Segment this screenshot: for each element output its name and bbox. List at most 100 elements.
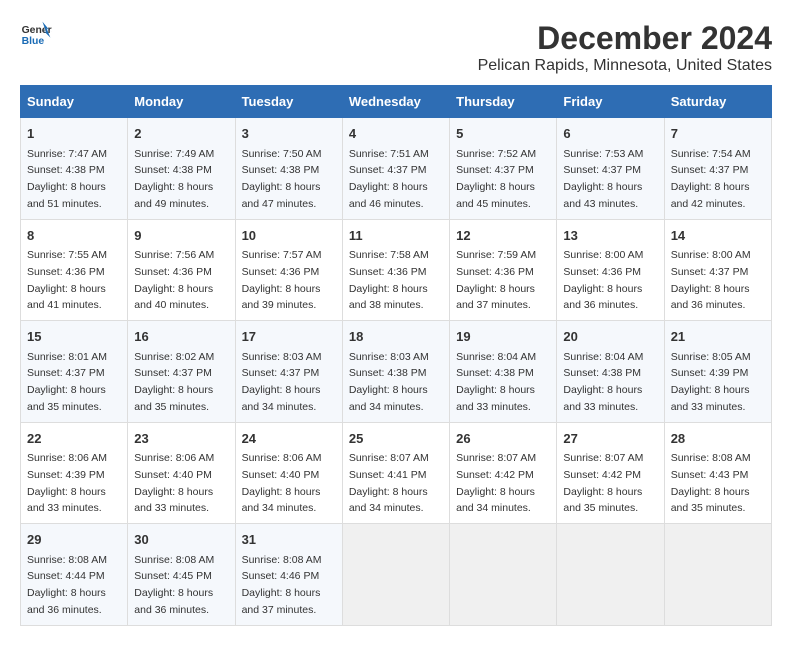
cell-line: and 51 minutes.	[27, 198, 102, 210]
calendar-cell: 29Sunrise: 8:08 AMSunset: 4:44 PMDayligh…	[21, 524, 128, 626]
cell-line: Sunrise: 8:06 AM	[27, 452, 107, 464]
cell-line: and 42 minutes.	[671, 198, 746, 210]
day-number: 19	[456, 327, 550, 347]
cell-line: Sunset: 4:45 PM	[134, 570, 212, 582]
cell-line: Sunrise: 8:05 AM	[671, 351, 751, 363]
cell-line: Sunset: 4:36 PM	[349, 266, 427, 278]
cell-line: Sunrise: 8:07 AM	[456, 452, 536, 464]
cell-line: Sunset: 4:38 PM	[27, 164, 105, 176]
cell-line: Sunrise: 7:51 AM	[349, 148, 429, 160]
cell-line: and 36 minutes.	[563, 299, 638, 311]
cell-line: Daylight: 8 hours	[671, 181, 750, 193]
cell-line: Sunset: 4:46 PM	[242, 570, 320, 582]
cell-line: Sunset: 4:38 PM	[134, 164, 212, 176]
cell-line: and 33 minutes.	[563, 401, 638, 413]
day-number: 29	[27, 530, 121, 550]
calendar-cell: 6Sunrise: 7:53 AMSunset: 4:37 PMDaylight…	[557, 118, 664, 220]
cell-line: and 43 minutes.	[563, 198, 638, 210]
cell-line: and 45 minutes.	[456, 198, 531, 210]
cell-line: Daylight: 8 hours	[349, 486, 428, 498]
day-number: 24	[242, 429, 336, 449]
week-row-2: 8Sunrise: 7:55 AMSunset: 4:36 PMDaylight…	[21, 219, 772, 321]
cell-line: Sunset: 4:37 PM	[242, 367, 320, 379]
day-number: 13	[563, 226, 657, 246]
cell-line: and 37 minutes.	[242, 604, 317, 616]
day-number: 20	[563, 327, 657, 347]
cell-line: Sunset: 4:38 PM	[456, 367, 534, 379]
calendar-cell: 22Sunrise: 8:06 AMSunset: 4:39 PMDayligh…	[21, 422, 128, 524]
cell-line: Daylight: 8 hours	[242, 587, 321, 599]
cell-line: Sunrise: 8:08 AM	[27, 554, 107, 566]
week-row-4: 22Sunrise: 8:06 AMSunset: 4:39 PMDayligh…	[21, 422, 772, 524]
cell-line: and 35 minutes.	[671, 502, 746, 514]
calendar-cell: 3Sunrise: 7:50 AMSunset: 4:38 PMDaylight…	[235, 118, 342, 220]
cell-line: Daylight: 8 hours	[349, 283, 428, 295]
calendar-cell: 13Sunrise: 8:00 AMSunset: 4:36 PMDayligh…	[557, 219, 664, 321]
cell-line: Daylight: 8 hours	[134, 283, 213, 295]
cell-line: Daylight: 8 hours	[456, 486, 535, 498]
calendar-cell	[342, 524, 449, 626]
day-number: 30	[134, 530, 228, 550]
day-number: 21	[671, 327, 765, 347]
calendar-cell: 9Sunrise: 7:56 AMSunset: 4:36 PMDaylight…	[128, 219, 235, 321]
calendar-cell: 31Sunrise: 8:08 AMSunset: 4:46 PMDayligh…	[235, 524, 342, 626]
cell-line: Daylight: 8 hours	[456, 181, 535, 193]
cell-line: Sunset: 4:37 PM	[671, 266, 749, 278]
calendar-cell: 14Sunrise: 8:00 AMSunset: 4:37 PMDayligh…	[664, 219, 771, 321]
cell-line: Daylight: 8 hours	[242, 486, 321, 498]
day-number: 3	[242, 124, 336, 144]
cell-line: and 35 minutes.	[27, 401, 102, 413]
day-number: 31	[242, 530, 336, 550]
cell-line: and 33 minutes.	[27, 502, 102, 514]
svg-text:Blue: Blue	[22, 36, 45, 47]
cell-line: Sunrise: 7:50 AM	[242, 148, 322, 160]
cell-line: Sunset: 4:38 PM	[349, 367, 427, 379]
cell-line: Daylight: 8 hours	[349, 181, 428, 193]
calendar-cell: 11Sunrise: 7:58 AMSunset: 4:36 PMDayligh…	[342, 219, 449, 321]
cell-line: and 49 minutes.	[134, 198, 209, 210]
day-number: 15	[27, 327, 121, 347]
calendar-cell: 4Sunrise: 7:51 AMSunset: 4:37 PMDaylight…	[342, 118, 449, 220]
cell-line: Sunrise: 8:00 AM	[563, 249, 643, 261]
day-number: 4	[349, 124, 443, 144]
cell-line: and 33 minutes.	[134, 502, 209, 514]
cell-line: Daylight: 8 hours	[27, 587, 106, 599]
cell-line: Daylight: 8 hours	[134, 587, 213, 599]
cell-line: Sunset: 4:39 PM	[671, 367, 749, 379]
cell-line: and 36 minutes.	[671, 299, 746, 311]
cell-line: Daylight: 8 hours	[671, 283, 750, 295]
calendar-cell: 15Sunrise: 8:01 AMSunset: 4:37 PMDayligh…	[21, 321, 128, 423]
calendar-cell	[664, 524, 771, 626]
header-cell-wednesday: Wednesday	[342, 86, 449, 118]
cell-line: Sunrise: 8:08 AM	[134, 554, 214, 566]
cell-line: Sunrise: 8:07 AM	[563, 452, 643, 464]
cell-line: Sunset: 4:38 PM	[563, 367, 641, 379]
cell-line: Sunset: 4:36 PM	[456, 266, 534, 278]
cell-line: Sunset: 4:37 PM	[27, 367, 105, 379]
header-cell-friday: Friday	[557, 86, 664, 118]
cell-line: Daylight: 8 hours	[242, 283, 321, 295]
day-number: 26	[456, 429, 550, 449]
cell-line: Sunrise: 8:01 AM	[27, 351, 107, 363]
cell-line: Sunset: 4:42 PM	[563, 469, 641, 481]
cell-line: Daylight: 8 hours	[134, 384, 213, 396]
header: General Blue December 2024 Pelican Rapid…	[20, 20, 772, 75]
cell-line: Sunset: 4:36 PM	[242, 266, 320, 278]
calendar-cell	[557, 524, 664, 626]
cell-line: Sunset: 4:42 PM	[456, 469, 534, 481]
calendar-body: 1Sunrise: 7:47 AMSunset: 4:38 PMDaylight…	[21, 118, 772, 626]
calendar-cell: 23Sunrise: 8:06 AMSunset: 4:40 PMDayligh…	[128, 422, 235, 524]
cell-line: Sunset: 4:37 PM	[134, 367, 212, 379]
cell-line: Sunset: 4:37 PM	[456, 164, 534, 176]
header-row: SundayMondayTuesdayWednesdayThursdayFrid…	[21, 86, 772, 118]
cell-line: and 35 minutes.	[134, 401, 209, 413]
header-cell-monday: Monday	[128, 86, 235, 118]
cell-line: Daylight: 8 hours	[134, 181, 213, 193]
calendar-cell: 19Sunrise: 8:04 AMSunset: 4:38 PMDayligh…	[450, 321, 557, 423]
day-number: 18	[349, 327, 443, 347]
logo: General Blue	[20, 20, 52, 48]
day-number: 27	[563, 429, 657, 449]
calendar-cell: 1Sunrise: 7:47 AMSunset: 4:38 PMDaylight…	[21, 118, 128, 220]
day-number: 23	[134, 429, 228, 449]
calendar-cell: 24Sunrise: 8:06 AMSunset: 4:40 PMDayligh…	[235, 422, 342, 524]
